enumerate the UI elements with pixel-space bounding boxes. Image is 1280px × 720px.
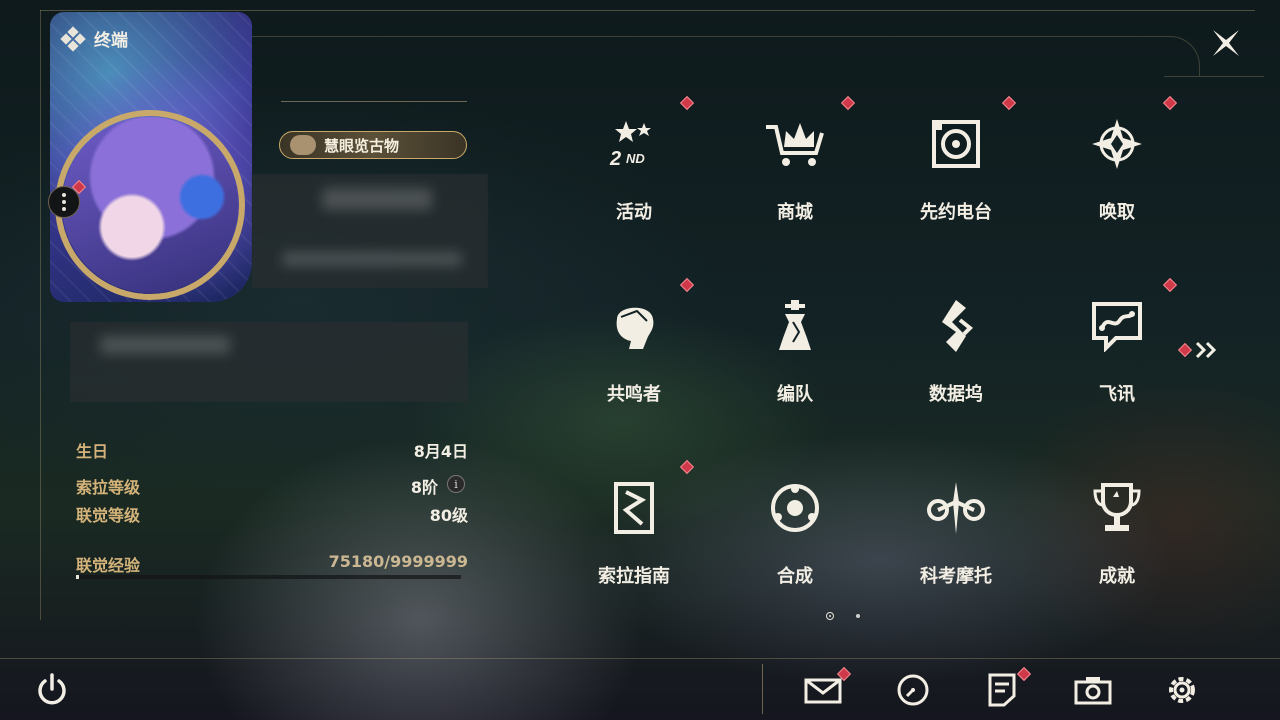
menu-item-messages[interactable]: 飞讯 — [1037, 276, 1197, 436]
power-button[interactable] — [30, 668, 74, 712]
frame-line-inner — [250, 36, 1160, 37]
page-dot-active[interactable] — [826, 612, 834, 620]
menu-label: 活动 — [616, 202, 652, 223]
frame-line-left — [40, 10, 41, 620]
menu-item-guidebook[interactable]: 索拉指南 — [554, 458, 714, 618]
events-icon: 2 ND — [609, 121, 651, 169]
sol-level-value: 8阶 — [410, 478, 438, 497]
menu-label: 唤取 — [1099, 202, 1135, 223]
birthday-label: 生日 — [76, 442, 109, 461]
avatar[interactable] — [62, 117, 238, 293]
next-page-button[interactable] — [1177, 338, 1224, 362]
menu-label: 成就 — [1099, 566, 1135, 587]
page-indicator — [826, 612, 860, 620]
frame-line-top — [40, 10, 1255, 11]
header: 终端 — [60, 25, 128, 52]
notification-dot — [840, 95, 856, 111]
double-chevron-right-icon — [1195, 341, 1217, 359]
bottom-divider — [762, 664, 763, 714]
gear-icon — [1169, 677, 1195, 703]
frame-corner — [1160, 36, 1200, 76]
menu-item-achievements[interactable]: 成就 — [1037, 458, 1197, 618]
menu-label: 共鸣者 — [607, 384, 661, 405]
clock-icon — [897, 674, 929, 706]
menu-label: 商城 — [777, 202, 813, 223]
page-dot[interactable] — [856, 614, 860, 618]
union-exp-value: 75180/9999999 — [328, 552, 468, 571]
motorbike-icon — [927, 482, 985, 534]
chat-message-icon — [1092, 302, 1142, 352]
notification-dot — [679, 459, 695, 475]
menu-item-data-bank[interactable]: 数据坞 — [876, 276, 1036, 436]
terminal-diamond-icon — [60, 25, 86, 52]
shop-crown-cart-icon — [766, 123, 824, 166]
menu-label: 数据坞 — [929, 384, 983, 405]
menu-item-radio[interactable]: 先约电台 — [876, 94, 1036, 254]
menu-label: 先约电台 — [920, 202, 992, 223]
signature-redacted — [70, 322, 468, 402]
camera-icon — [1074, 677, 1112, 705]
close-button[interactable] — [1207, 24, 1245, 62]
svg-text:ND: ND — [626, 151, 645, 166]
frame-line-right — [1164, 76, 1264, 77]
notification-dot — [1162, 95, 1178, 111]
union-exp-bar-fill — [76, 575, 79, 579]
convene-compass-icon — [1092, 119, 1142, 169]
title-badge-text: 慧眼览古物 — [324, 136, 400, 155]
resonator-head-icon — [616, 307, 654, 349]
notification-dot — [679, 95, 695, 111]
svg-text:2: 2 — [609, 148, 621, 169]
title-badge-icon — [290, 135, 316, 155]
sol-level-label: 索拉等级 — [76, 478, 141, 497]
menu-item-convene[interactable]: 唤取 — [1037, 94, 1197, 254]
notes-icon — [988, 673, 1016, 707]
synthesis-icon — [771, 484, 819, 532]
page-title: 终端 — [94, 31, 128, 51]
menu-label: 索拉指南 — [598, 566, 670, 587]
player-info-redacted — [252, 174, 488, 288]
settings-button[interactable] — [1160, 668, 1204, 712]
menu-item-synthesis[interactable]: 合成 — [715, 458, 875, 618]
union-level-label: 联觉等级 — [76, 506, 141, 525]
notification-dot — [1001, 95, 1017, 111]
union-exp-label: 联觉经验 — [76, 556, 141, 575]
guidebook-icon — [614, 482, 654, 534]
clock-button[interactable] — [891, 668, 935, 712]
birthday-value: 8月4日 — [413, 442, 468, 461]
menu-label: 合成 — [777, 566, 813, 587]
menu-item-shop[interactable]: 商城 — [715, 94, 875, 254]
radio-icon — [932, 120, 980, 168]
menu-item-events[interactable]: 2 ND 活动 — [554, 94, 714, 254]
frame-line-bottom — [0, 658, 1280, 659]
menu-item-team[interactable]: 编队 — [715, 276, 875, 436]
data-bank-icon — [942, 300, 973, 352]
union-level-value: 80级 — [429, 506, 468, 525]
menu-label: 编队 — [777, 384, 813, 405]
player-name-underline — [281, 101, 467, 102]
union-exp-bar — [76, 575, 461, 579]
notification-dot — [679, 277, 695, 293]
menu-item-motorbike[interactable]: 科考摩托 — [876, 458, 1036, 618]
menu-item-resonators[interactable]: 共鸣者 — [554, 276, 714, 436]
info-icon[interactable]: i — [447, 475, 465, 493]
mail-icon — [804, 678, 842, 704]
camera-button[interactable] — [1071, 668, 1115, 712]
title-badge[interactable]: 慧眼览古物 — [279, 131, 467, 159]
notification-dot — [1177, 342, 1193, 358]
menu-label: 飞讯 — [1099, 384, 1135, 405]
trophy-icon — [1093, 483, 1141, 531]
chess-team-icon — [779, 300, 811, 350]
power-icon — [38, 673, 66, 705]
menu-label: 科考摩托 — [920, 566, 992, 587]
close-icon — [1213, 30, 1239, 56]
notification-dot — [1162, 277, 1178, 293]
